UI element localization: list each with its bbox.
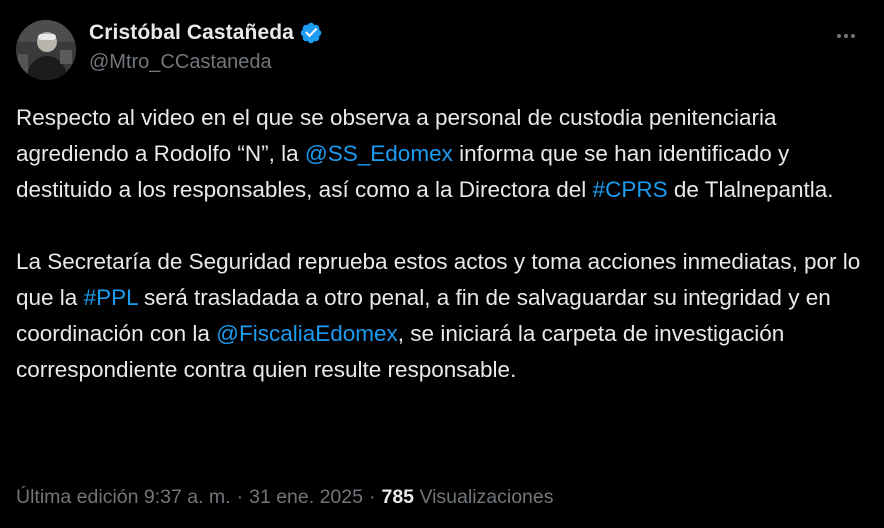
- tweet: Cristóbal Castañeda @Mtro_CCastaneda Res…: [0, 0, 884, 528]
- post-paragraph-1: Respecto al video en el que se observa a…: [16, 100, 868, 208]
- more-dot-icon: [844, 34, 848, 38]
- separator: ·: [236, 486, 244, 508]
- display-name[interactable]: Cristóbal Castañeda: [89, 21, 294, 45]
- name-row: Cristóbal Castañeda: [89, 19, 323, 47]
- post-paragraph-2: La Secretaría de Seguridad reprueba esto…: [16, 244, 868, 388]
- post-date-link[interactable]: 31 ene. 2025: [249, 486, 363, 508]
- views-count: 785: [381, 486, 415, 508]
- more-dot-icon: [851, 34, 855, 38]
- more-options-button[interactable]: [832, 22, 860, 50]
- mention-link-ss-edomex[interactable]: @SS_Edomex: [305, 141, 453, 166]
- text-segment: de Tlalnepantla.: [667, 177, 834, 202]
- handle[interactable]: @Mtro_CCastaneda: [89, 51, 323, 74]
- mention-link-fiscalia-edomex[interactable]: @FiscaliaEdomex: [216, 321, 398, 346]
- hashtag-link-cprs[interactable]: #CPRS: [593, 177, 668, 202]
- hashtag-link-ppl[interactable]: #PPL: [84, 285, 138, 310]
- views-label: Visualizaciones: [419, 486, 554, 508]
- more-dot-icon: [837, 34, 841, 38]
- post-meta: Última edición 9:37 a. m. · 31 ene. 2025 · 7…: [16, 486, 554, 509]
- post-text: Respecto al video en el que se observa a…: [16, 100, 868, 388]
- edited-timestamp-link[interactable]: Última edición 9:37 a. m.: [16, 486, 231, 508]
- avatar[interactable]: [16, 20, 76, 80]
- post-header: Cristóbal Castañeda @Mtro_CCastaneda: [89, 19, 323, 79]
- verified-badge-icon[interactable]: [299, 21, 323, 45]
- separator: ·: [368, 486, 376, 508]
- avatar-photo-icon: [16, 20, 76, 80]
